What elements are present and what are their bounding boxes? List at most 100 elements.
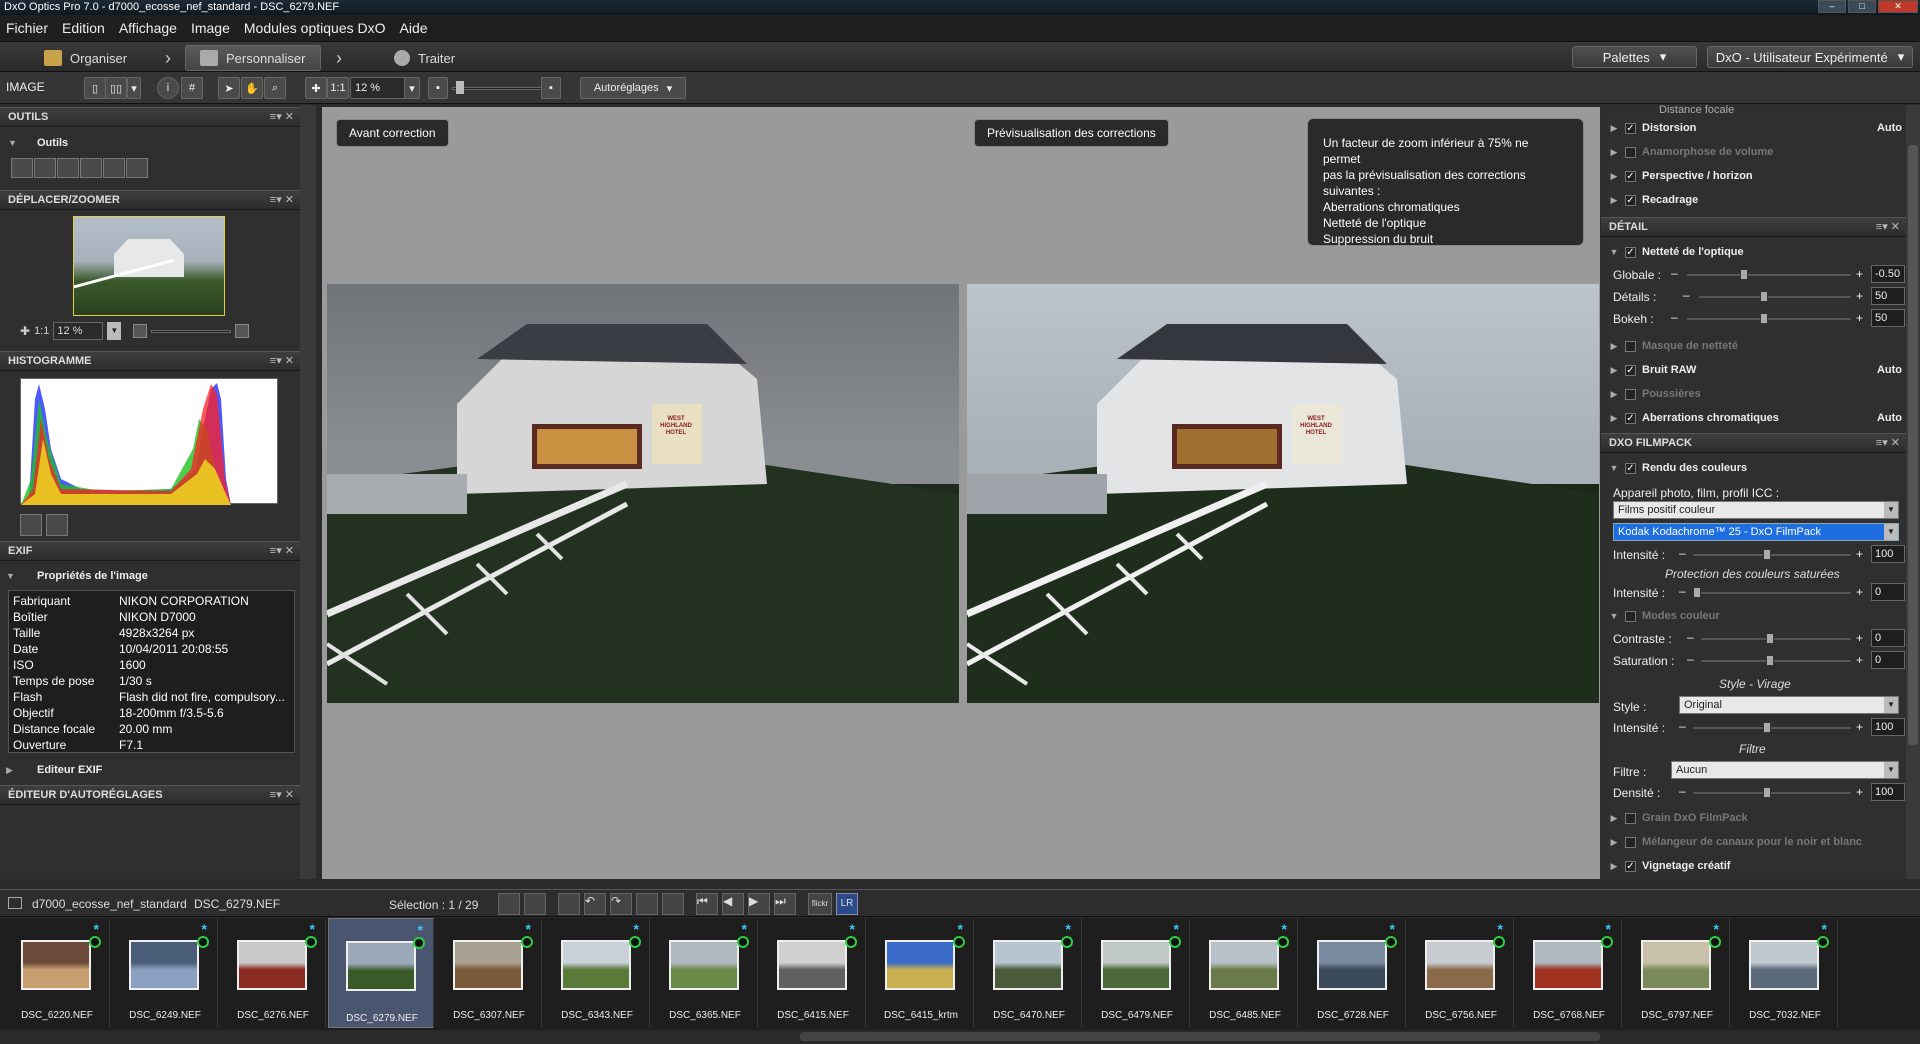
- detail-item-rawnoise[interactable]: ▶ ✓ Bruit RAW Auto: [1601, 359, 1906, 381]
- panel-menu-icon[interactable]: ≡▾ ✕: [1876, 218, 1900, 237]
- panel-menu-icon[interactable]: ≡▾ ✕: [270, 191, 294, 210]
- eyedropper-tool-icon[interactable]: [126, 158, 148, 178]
- zoom-dropdown-icon[interactable]: ▾: [404, 77, 420, 99]
- slider-track[interactable]: [1693, 792, 1851, 794]
- checkbox[interactable]: ✓: [1625, 170, 1636, 182]
- thumbnail-image[interactable]: [669, 940, 739, 990]
- sort-icon[interactable]: [498, 893, 520, 915]
- slider-value[interactable]: 50: [1871, 287, 1905, 305]
- thumbnail-item[interactable]: * DSC_6307.NEF: [436, 918, 542, 1028]
- thumbnail-image[interactable]: [1641, 940, 1711, 990]
- left-scrollbar[interactable]: [300, 105, 316, 879]
- thumbnail-item[interactable]: * DSC_6728.NEF: [1300, 918, 1406, 1028]
- last-icon[interactable]: ⏭: [774, 893, 796, 915]
- profile-film-select[interactable]: Kodak Kodachrome™ 25 - DxO FilmPack ▼: [1613, 523, 1899, 541]
- slider-knob[interactable]: [1763, 722, 1771, 733]
- checkbox[interactable]: ✓: [1625, 246, 1636, 258]
- minus-icon[interactable]: –: [1679, 784, 1686, 798]
- eraser-tool-icon[interactable]: [34, 158, 56, 178]
- checkbox[interactable]: ✓: [1625, 412, 1636, 424]
- checkbox[interactable]: ✓: [1625, 122, 1636, 134]
- thumbnail-item[interactable]: * DSC_6415.NEF: [760, 918, 866, 1028]
- item-creative-vignetting[interactable]: ▶ ✓ Vignetage créatif: [1601, 855, 1906, 877]
- checkbox[interactable]: [1625, 146, 1636, 158]
- autopreset-dropdown[interactable]: Autoréglages ▾: [580, 77, 686, 99]
- menu-edition[interactable]: Edition: [62, 20, 105, 36]
- tab-process[interactable]: Traiter: [380, 45, 469, 71]
- slider-saturation[interactable]: Saturation : – +0: [1613, 651, 1905, 671]
- plus-icon[interactable]: +: [1856, 311, 1863, 325]
- photo-after[interactable]: WEST HIGHLAND HOTEL: [967, 284, 1599, 703]
- menu-image[interactable]: Image: [191, 20, 230, 36]
- thumbnail-item[interactable]: * DSC_6279.NEF: [328, 918, 434, 1028]
- next-icon[interactable]: ▶: [748, 893, 770, 915]
- thumbnail-item[interactable]: * DSC_6343.NEF: [544, 918, 650, 1028]
- color-render-item[interactable]: ▼ ✓ Rendu des couleurs: [1601, 457, 1906, 479]
- slider-knob[interactable]: [1763, 787, 1771, 798]
- geo-item-perspective[interactable]: ▶ ✓ Perspective / horizon: [1601, 165, 1906, 187]
- checkbox[interactable]: [1625, 610, 1636, 622]
- single-view-icon[interactable]: ▯: [84, 77, 106, 99]
- folder-icon[interactable]: [8, 897, 22, 909]
- slider-knob[interactable]: [1766, 655, 1774, 666]
- detail-item-unsharp[interactable]: ▶ Masque de netteté: [1601, 335, 1906, 357]
- expand-icon[interactable]: ▶: [1607, 389, 1621, 400]
- thumbnail-image[interactable]: [346, 941, 416, 991]
- slider-bokeh[interactable]: Bokeh : – +50: [1613, 309, 1905, 329]
- zoom-out-icon[interactable]: [133, 324, 148, 338]
- panel-menu-icon[interactable]: ≡▾ ✕: [1876, 434, 1900, 453]
- thumbnail-item[interactable]: * DSC_6220.NEF: [4, 918, 110, 1028]
- slider-knob[interactable]: [1740, 269, 1748, 280]
- view-menu-icon[interactable]: ▾: [127, 77, 141, 99]
- zoom-field[interactable]: 12 %: [350, 77, 408, 99]
- copy-icon[interactable]: [558, 893, 580, 915]
- one-to-one-button[interactable]: 1:1: [34, 325, 49, 337]
- slider-track[interactable]: [1693, 727, 1851, 729]
- slider-track[interactable]: [1699, 296, 1851, 298]
- slider-value[interactable]: 100: [1871, 545, 1905, 563]
- thumbnail-image[interactable]: [1209, 940, 1279, 990]
- checkbox[interactable]: [1625, 836, 1636, 848]
- grid-icon[interactable]: #: [181, 77, 203, 99]
- slider-knob[interactable]: [1693, 587, 1701, 598]
- thumbnail-item[interactable]: * DSC_6768.NEF: [1516, 918, 1622, 1028]
- slider-track[interactable]: [1687, 274, 1851, 276]
- slider-value[interactable]: 0: [1871, 651, 1905, 669]
- slider-details[interactable]: Détails : – +50: [1613, 287, 1905, 307]
- zoom-icon[interactable]: ⌕: [264, 77, 286, 99]
- horizon-tool-icon[interactable]: [80, 158, 102, 178]
- expand-icon[interactable]: ▶: [1607, 365, 1621, 376]
- expand-icon[interactable]: ▶: [1607, 195, 1621, 206]
- slider-value[interactable]: 0: [1871, 583, 1905, 601]
- geo-item-anamorphosis[interactable]: ▶ Anamorphose de volume: [1601, 141, 1906, 163]
- thumbnail-item[interactable]: * DSC_6485.NEF: [1192, 918, 1298, 1028]
- expand-icon[interactable]: ▶: [6, 765, 13, 776]
- filter-select[interactable]: Aucun ▼: [1671, 761, 1899, 779]
- zoom-in-icon[interactable]: [235, 324, 250, 338]
- tab-organise[interactable]: Organiser: [30, 45, 141, 71]
- expand-icon[interactable]: ▶: [1607, 147, 1621, 158]
- thumbnail-image[interactable]: [1533, 940, 1603, 990]
- right-scrollbar[interactable]: [1906, 105, 1920, 879]
- one-to-one-button[interactable]: 1:1: [327, 77, 349, 99]
- detail-item-dust[interactable]: ▶ Poussières: [1601, 383, 1906, 405]
- expand-icon[interactable]: ▶: [1607, 341, 1621, 352]
- shadow-clip-icon[interactable]: [20, 514, 42, 536]
- highlight-clip-icon[interactable]: [46, 514, 68, 536]
- slider-style-intensity[interactable]: Intensité : – +100: [1613, 718, 1905, 738]
- compare-view-icon[interactable]: ▯▯: [105, 77, 127, 99]
- slider-value[interactable]: 100: [1871, 783, 1905, 801]
- menu-affichage[interactable]: Affichage: [119, 20, 177, 36]
- panel-menu-icon[interactable]: ≡▾ ✕: [270, 108, 294, 127]
- minus-icon[interactable]: –: [1671, 266, 1678, 280]
- expand-icon[interactable]: ▶: [1607, 813, 1621, 824]
- thumbnail-item[interactable]: * DSC_6797.NEF: [1624, 918, 1730, 1028]
- color-modes-item[interactable]: ▼ Modes couleur: [1601, 605, 1906, 627]
- collapse-icon[interactable]: ▼: [1607, 463, 1621, 473]
- detail-item-chromatic[interactable]: ▶ ✓ Aberrations chromatiques Auto: [1601, 407, 1906, 429]
- rect-tool-icon[interactable]: [103, 158, 125, 178]
- navigator-thumbnail[interactable]: [73, 216, 225, 316]
- slider-density[interactable]: Densité : – +100: [1613, 783, 1905, 803]
- thumbnail-image[interactable]: [1101, 940, 1171, 990]
- thumbnail-item[interactable]: * DSC_6276.NEF: [220, 918, 326, 1028]
